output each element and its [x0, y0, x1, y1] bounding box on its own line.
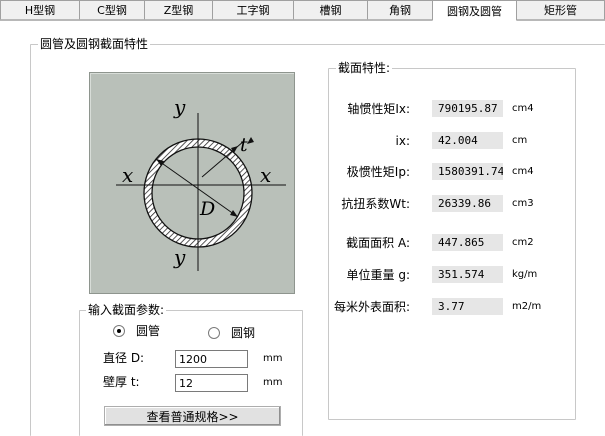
prop-value-wt: 26339.86 [432, 195, 503, 212]
prop-unit-wt: cm3 [512, 198, 534, 209]
tab-channel[interactable]: 槽钢 [293, 0, 368, 20]
section-drawing: y y x x t D [89, 72, 295, 294]
prop-label-weight: 单位重量 g: [346, 268, 410, 282]
tab-strip: H型钢 C型钢 Z型钢 工字钢 槽钢 角钢 圆钢及圆管 矩形管 [0, 0, 605, 21]
main-group-title: 圆管及圆钢截面特性 [38, 37, 151, 51]
prop-value-ip: 1580391.74 [432, 163, 503, 180]
diameter-label: D [200, 198, 216, 220]
prop-unit-ip: cm4 [512, 166, 534, 177]
axis-y-top-label: y [174, 95, 186, 119]
prop-value-surface-area: 3.77 [432, 298, 503, 315]
diameter-unit: mm [263, 353, 283, 364]
prop-unit-surface-area: m2/m [512, 301, 542, 312]
prop-label-ip: 极惯性矩Ip: [346, 165, 410, 179]
prop-label-ix: 轴惯性矩Ix: [347, 102, 410, 116]
radio-pipe-label[interactable]: 圆管 [136, 324, 160, 338]
prop-unit-radius-gyration: cm [512, 135, 528, 146]
tab-round-pipe[interactable]: 圆钢及圆管 [432, 0, 517, 21]
axis-x-left-label: x [122, 163, 134, 187]
tab-i-beam[interactable]: 工字钢 [212, 0, 294, 20]
prop-value-weight: 351.574 [432, 266, 503, 283]
properties-title: 截面特性: [336, 61, 393, 75]
input-group-title: 输入截面参数: [86, 303, 167, 317]
axis-x-right-label: x [260, 163, 272, 187]
thickness-unit: mm [263, 377, 283, 388]
tab-z-steel[interactable]: Z型钢 [144, 0, 213, 20]
view-standard-specs-button[interactable]: 查看普通规格>> [104, 406, 281, 426]
prop-label-area: 截面面积 A: [346, 236, 410, 250]
prop-value-area: 447.865 [432, 234, 503, 251]
prop-label-radius-gyration: ix: [395, 134, 410, 148]
tab-c-steel[interactable]: C型钢 [79, 0, 145, 20]
radio-bar[interactable] [208, 327, 220, 339]
radio-pipe[interactable] [113, 325, 125, 337]
prop-unit-weight: kg/m [512, 269, 538, 280]
diameter-input[interactable] [175, 350, 248, 368]
radio-bar-label[interactable]: 圆钢 [231, 326, 255, 340]
thickness-field-label: 壁厚 t: [103, 375, 140, 389]
thickness-label: t [240, 134, 248, 156]
prop-label-surface-area: 每米外表面积: [333, 300, 410, 314]
tab-h-steel[interactable]: H型钢 [0, 0, 80, 20]
prop-unit-ix: cm4 [512, 103, 534, 114]
prop-unit-area: cm2 [512, 237, 534, 248]
tab-rect-tube[interactable]: 矩形管 [516, 0, 605, 20]
prop-value-radius-gyration: 42.004 [432, 132, 503, 149]
thickness-input[interactable] [175, 374, 248, 392]
tab-angle[interactable]: 角钢 [367, 0, 433, 20]
axis-y-bottom-label: y [174, 245, 186, 269]
prop-label-wt: 抗扭系数Wt: [341, 197, 410, 211]
prop-value-ix: 790195.87 [432, 100, 503, 117]
diameter-field-label: 直径 D: [103, 351, 145, 365]
